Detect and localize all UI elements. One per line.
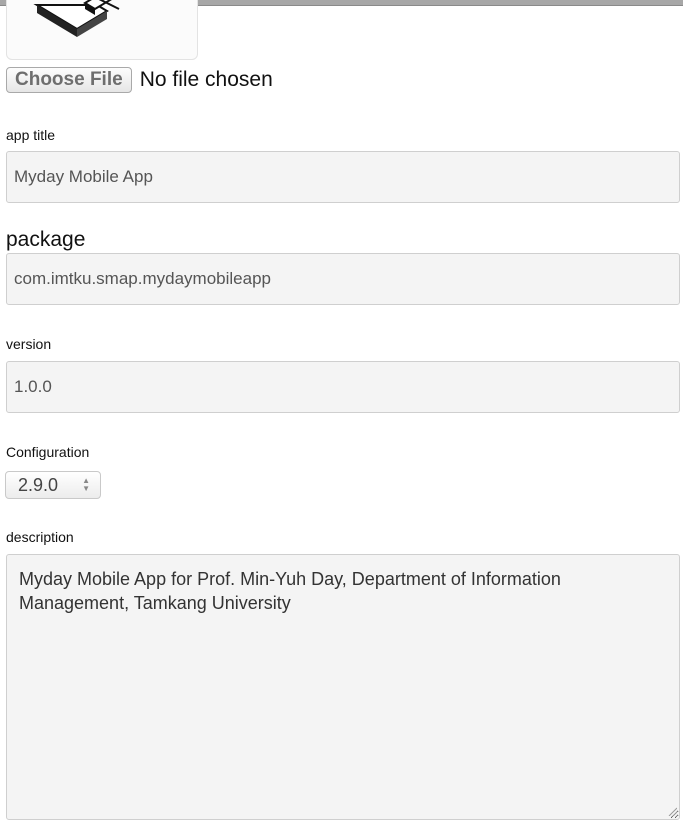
app-title-input[interactable]	[6, 151, 680, 203]
configuration-label: Configuration	[6, 444, 90, 460]
file-status-text: No file chosen	[139, 68, 273, 91]
stepper-arrows-icon: ▲ ▼	[82, 476, 90, 493]
description-label: description	[6, 529, 74, 545]
version-label: version	[6, 336, 52, 352]
configuration-selected-value: 2.9.0	[18, 474, 59, 495]
description-textarea[interactable]: Myday Mobile App for Prof. Min-Yuh Day, …	[6, 554, 680, 820]
choose-file-button[interactable]: Choose File	[6, 67, 132, 93]
resize-grip-icon[interactable]	[667, 806, 677, 816]
package-label: package	[6, 228, 86, 251]
file-picker: Choose File No file chosen	[6, 66, 273, 94]
configuration-select[interactable]: 2.9.0 ▲ ▼	[5, 471, 101, 499]
package-input[interactable]	[6, 253, 680, 305]
version-input[interactable]	[6, 361, 680, 413]
app-icon-image	[33, 0, 120, 37]
app-icon-preview	[6, 0, 198, 60]
app-settings-form: Choose File No file chosen app title pac…	[0, 0, 683, 822]
app-title-label: app title	[6, 127, 56, 143]
